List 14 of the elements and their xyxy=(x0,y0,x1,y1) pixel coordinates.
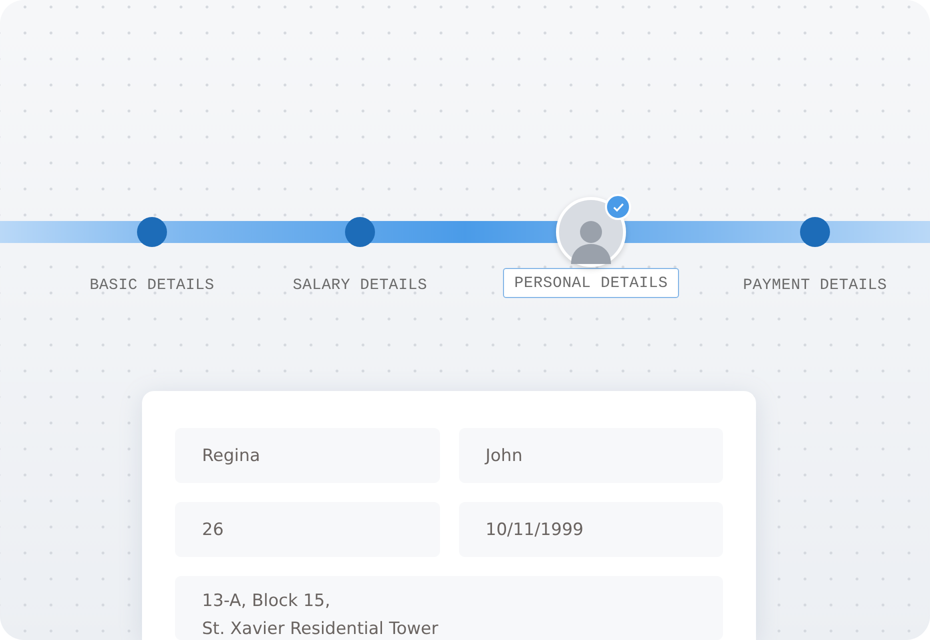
step-dot[interactable] xyxy=(800,217,830,247)
input-field[interactable]: 26 xyxy=(175,502,440,557)
address-field[interactable]: 13-A, Block 15, St. Xavier Residential Tower xyxy=(175,576,723,640)
address-line: 13-A, Block 15, xyxy=(202,590,330,612)
step-label[interactable]: PAYMENT DETAILS xyxy=(732,270,898,300)
step-dot[interactable] xyxy=(137,217,167,247)
input-field[interactable]: John xyxy=(458,428,723,483)
input-field[interactable]: Regina xyxy=(175,428,440,483)
step-label[interactable]: SALARY DETAILS xyxy=(282,270,438,300)
step-label[interactable]: PERSONAL DETAILS xyxy=(503,268,679,298)
step-dot[interactable] xyxy=(345,217,375,247)
step-label[interactable]: BASIC DETAILS xyxy=(78,270,226,300)
address-line: St. Xavier Residential Tower xyxy=(202,618,438,640)
input-field[interactable]: 10/11/1999 xyxy=(458,502,723,557)
